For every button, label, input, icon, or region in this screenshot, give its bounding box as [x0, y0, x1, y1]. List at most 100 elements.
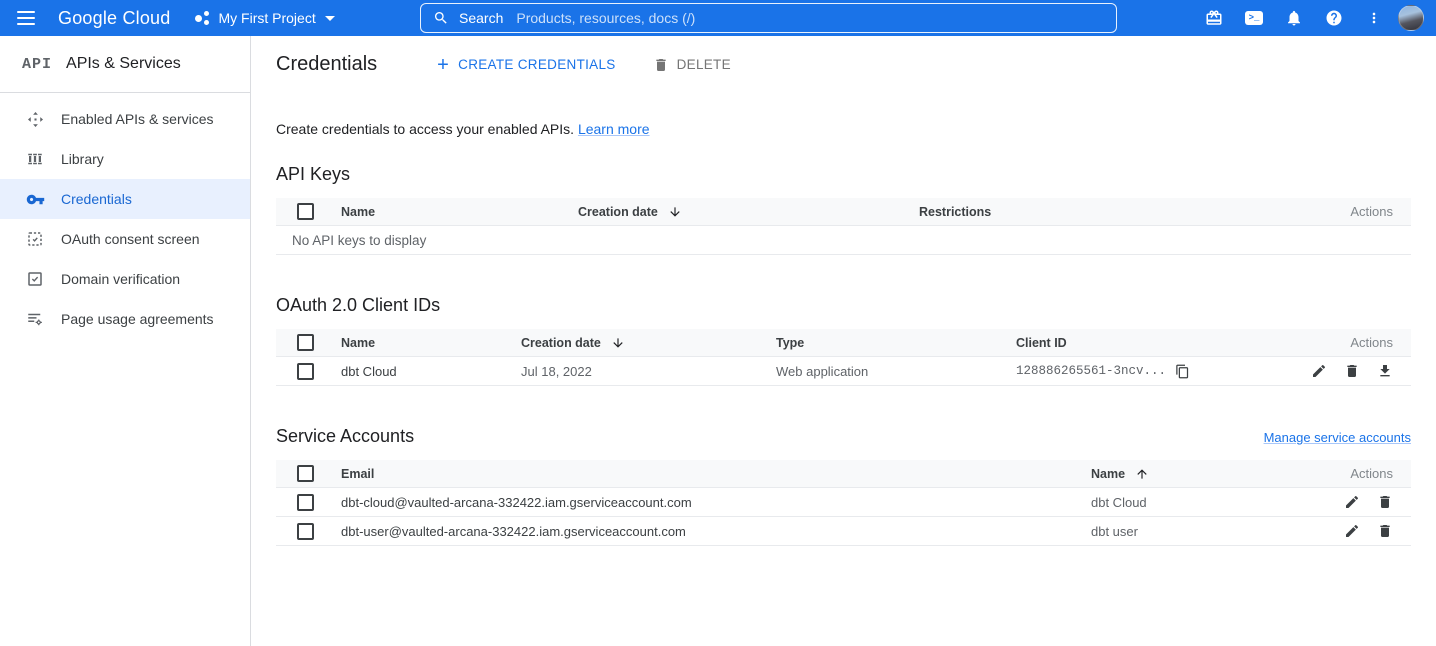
api-keys-header-row: Name Creation date Restrictions Actions: [276, 198, 1411, 226]
select-all-checkbox[interactable]: [297, 465, 314, 482]
more-vertical-icon[interactable]: [1358, 2, 1390, 34]
service-accounts-header-row: Email Name Actions: [276, 460, 1411, 488]
page-title: Credentials: [276, 53, 377, 76]
sidebar-item-oauth-consent[interactable]: OAuth consent screen: [0, 219, 250, 259]
sort-descending-icon: [611, 336, 625, 350]
domain-verification-icon: [25, 269, 45, 289]
sidebar-item-label: OAuth consent screen: [61, 231, 200, 247]
api-keys-title: API Keys: [276, 164, 1411, 185]
column-header-name[interactable]: Name: [1091, 467, 1321, 481]
help-icon[interactable]: [1318, 2, 1350, 34]
service-account-name: dbt user: [1091, 524, 1321, 539]
library-icon: [25, 149, 45, 169]
sidebar-item-label: Domain verification: [61, 271, 180, 287]
sort-descending-icon: [668, 205, 682, 219]
sidebar-item-label: Page usage agreements: [61, 311, 214, 327]
sidebar: API APIs & Services Enabled APIs & servi…: [0, 36, 251, 646]
oauth-table: Name Creation date Type Client ID Action…: [276, 329, 1411, 386]
project-name: My First Project: [218, 10, 315, 26]
page-toolbar: Credentials + CREATE CREDENTIALS DELETE: [251, 36, 1436, 93]
oauth-consent-icon: [25, 229, 45, 249]
delete-button[interactable]: DELETE: [653, 57, 731, 73]
row-checkbox[interactable]: [297, 523, 314, 540]
table-row: dbt-user@vaulted-arcana-332422.iam.gserv…: [276, 517, 1411, 546]
project-selector[interactable]: My First Project: [194, 10, 334, 26]
search-placeholder: Products, resources, docs (/): [516, 10, 695, 26]
column-header-email[interactable]: Email: [341, 467, 1091, 481]
service-account-name: dbt Cloud: [1091, 495, 1321, 510]
delete-icon[interactable]: [1344, 363, 1360, 379]
hamburger-menu-icon[interactable]: [6, 0, 46, 36]
sidebar-item-page-usage-agreements[interactable]: Page usage agreements: [0, 299, 250, 339]
sort-ascending-icon: [1135, 467, 1149, 481]
oauth-client-id: 128886265561-3ncv...: [1016, 364, 1166, 378]
oauth-creation-date: Jul 18, 2022: [521, 364, 776, 379]
oauth-header-row: Name Creation date Type Client ID Action…: [276, 329, 1411, 357]
api-keys-table: Name Creation date Restrictions Actions …: [276, 198, 1411, 255]
create-credentials-button[interactable]: + CREATE CREDENTIALS: [437, 55, 615, 75]
table-row: dbt-cloud@vaulted-arcana-332422.iam.gser…: [276, 488, 1411, 517]
select-all-checkbox[interactable]: [297, 334, 314, 351]
column-header-name[interactable]: Name: [341, 336, 521, 350]
oauth-client-name: dbt Cloud: [341, 364, 521, 379]
oauth-title: OAuth 2.0 Client IDs: [276, 295, 1411, 316]
manage-service-accounts-link[interactable]: Manage service accounts: [1264, 430, 1411, 445]
column-header-actions: Actions: [1301, 335, 1411, 350]
content-area: Create credentials to access your enable…: [251, 93, 1436, 646]
sidebar-item-label: Enabled APIs & services: [61, 111, 214, 127]
service-account-email: dbt-user@vaulted-arcana-332422.iam.gserv…: [341, 524, 1091, 539]
user-avatar[interactable]: [1398, 5, 1424, 31]
edit-icon[interactable]: [1311, 363, 1327, 379]
free-trial-gift-icon[interactable]: [1198, 2, 1230, 34]
edit-icon[interactable]: [1344, 494, 1360, 510]
notifications-bell-icon[interactable]: [1278, 2, 1310, 34]
column-header-name[interactable]: Name: [341, 205, 578, 219]
column-header-creation-date[interactable]: Creation date: [521, 336, 776, 350]
column-header-creation-date[interactable]: Creation date: [578, 205, 919, 219]
cloud-shell-icon[interactable]: >_: [1238, 2, 1270, 34]
sidebar-header: API APIs & Services: [0, 36, 250, 93]
sidebar-item-domain-verification[interactable]: Domain verification: [0, 259, 250, 299]
delete-icon[interactable]: [1377, 494, 1393, 510]
search-label: Search: [459, 10, 503, 26]
service-accounts-title: Service Accounts: [276, 426, 414, 447]
download-icon[interactable]: [1377, 363, 1393, 379]
select-all-checkbox[interactable]: [297, 203, 314, 220]
topbar-actions: >_: [1198, 2, 1436, 34]
column-header-type[interactable]: Type: [776, 336, 1016, 350]
delete-icon[interactable]: [1377, 523, 1393, 539]
search-input[interactable]: Search Products, resources, docs (/): [420, 3, 1117, 33]
sidebar-item-label: Library: [61, 151, 104, 167]
copy-icon[interactable]: [1175, 364, 1190, 379]
edit-icon[interactable]: [1344, 523, 1360, 539]
sidebar-item-library[interactable]: Library: [0, 139, 250, 179]
learn-more-link[interactable]: Learn more: [578, 121, 650, 137]
chevron-down-icon: [325, 16, 335, 21]
google-cloud-logo[interactable]: Google Cloud: [58, 8, 170, 29]
sidebar-nav: Enabled APIs & services Library Credenti…: [0, 93, 250, 339]
trash-icon: [653, 57, 669, 73]
oauth-type: Web application: [776, 364, 1016, 379]
column-header-client-id[interactable]: Client ID: [1016, 336, 1301, 350]
sidebar-item-enabled-apis[interactable]: Enabled APIs & services: [0, 99, 250, 139]
table-row: dbt Cloud Jul 18, 2022 Web application 1…: [276, 357, 1411, 386]
service-account-email: dbt-cloud@vaulted-arcana-332422.iam.gser…: [341, 495, 1091, 510]
sidebar-item-credentials[interactable]: Credentials: [0, 179, 250, 219]
column-header-actions: Actions: [1301, 204, 1411, 219]
row-checkbox[interactable]: [297, 494, 314, 511]
key-icon: [25, 189, 45, 209]
main-content: Credentials + CREATE CREDENTIALS DELETE …: [251, 36, 1436, 646]
service-accounts-header: Service Accounts Manage service accounts: [276, 426, 1411, 447]
project-icon: [194, 10, 210, 26]
service-accounts-table: Email Name Actions dbt-cloud@vaulted-arc…: [276, 460, 1411, 546]
search-icon: [433, 10, 449, 26]
sidebar-title: APIs & Services: [66, 55, 181, 73]
column-header-actions: Actions: [1321, 466, 1411, 481]
topbar-left: Google Cloud My First Project: [0, 0, 420, 36]
api-product-icon: API: [22, 56, 52, 73]
intro-text: Create credentials to access your enable…: [276, 121, 1411, 137]
row-checkbox[interactable]: [297, 363, 314, 380]
top-navigation-bar: Google Cloud My First Project Search Pro…: [0, 0, 1436, 36]
gcp-console-page: Google Cloud My First Project Search Pro…: [0, 0, 1436, 646]
column-header-restrictions[interactable]: Restrictions: [919, 205, 1301, 219]
